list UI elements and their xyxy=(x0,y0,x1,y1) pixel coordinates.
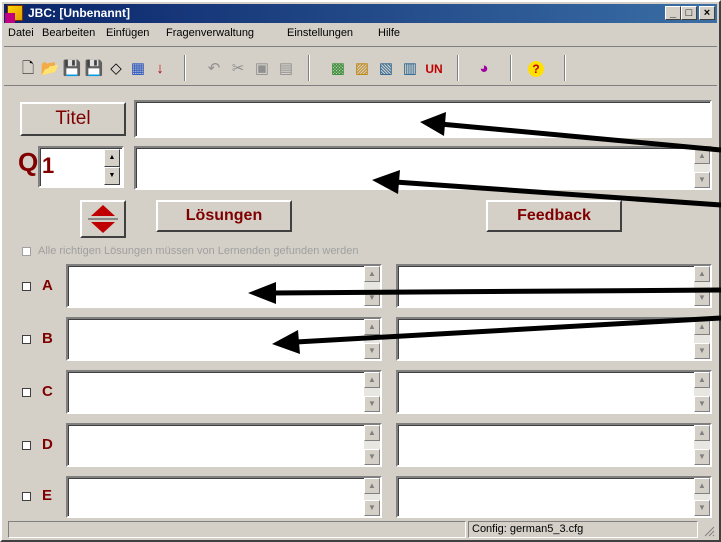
arrow-answer-b xyxy=(295,315,721,345)
annotation-arrows xyxy=(248,112,721,354)
arrowhead-title xyxy=(420,112,446,136)
arrow-title xyxy=(439,121,721,153)
arrowhead-answer-b xyxy=(272,330,300,354)
arrow-answer-a xyxy=(271,287,721,296)
arrow-question xyxy=(394,179,721,208)
arrowhead-answer-a xyxy=(248,282,276,304)
arrowhead-question xyxy=(372,170,400,194)
